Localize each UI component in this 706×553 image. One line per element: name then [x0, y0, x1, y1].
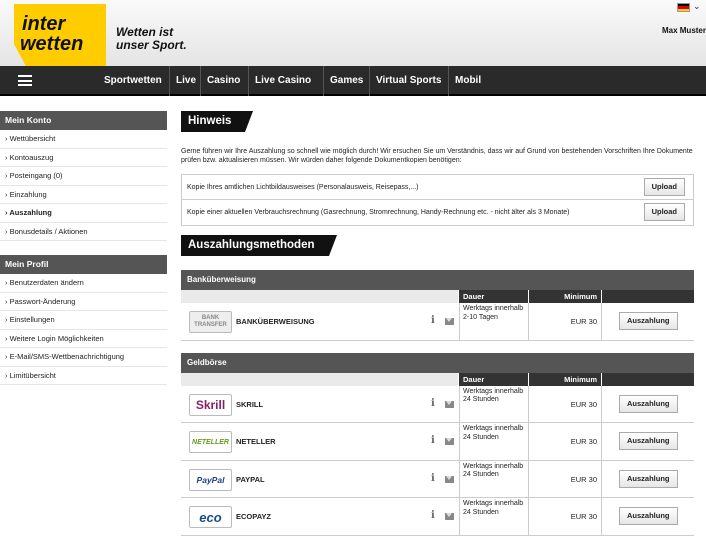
svg-text:inter: inter: [22, 13, 67, 35]
sidebar-item-bonusdetails[interactable]: › Bonusdetails / Aktionen: [0, 223, 167, 241]
auszahlung-button[interactable]: Auszahlung: [619, 469, 678, 488]
sidebar-heading-konto: Mein Konto: [0, 111, 167, 130]
info-icon[interactable]: i: [431, 473, 435, 484]
sidebar-heading-profil: Mein Profil: [0, 255, 167, 274]
sidebar-item-login-moeglichkeiten[interactable]: › Weitere Login Möglichkeiten: [0, 330, 167, 348]
hinweis-text: Gerne führen wir Ihre Auszahlung so schn…: [181, 148, 693, 164]
slogan: Wetten ist unser Sport.: [116, 25, 187, 52]
sidebar-item-kontoauszug[interactable]: › Kontoauszug: [0, 149, 167, 167]
method-row-paypal: PayPal PAYPAL i Werktags innerhalb 24 St…: [181, 460, 694, 498]
document-row: Kopie einer aktuellen Verbrauchsrechnung…: [182, 200, 693, 225]
info-icon[interactable]: i: [431, 315, 435, 326]
nav-item-sportwetten[interactable]: Sportwetten: [98, 66, 168, 96]
mail-icon[interactable]: [445, 513, 454, 520]
language-flag-icon[interactable]: [677, 3, 690, 12]
paypal-logo: PayPal: [189, 468, 232, 491]
mail-icon[interactable]: [445, 318, 454, 325]
auszahlung-button[interactable]: Auszahlung: [619, 394, 678, 413]
document-row: Kopie Ihres amtlichen Lichtbildausweises…: [182, 175, 693, 200]
section-heading: Geldbörse: [181, 352, 694, 373]
sidebar-item-einzahlung[interactable]: › Einzahlung: [0, 186, 167, 204]
column-header: Dauer Minimum: [181, 290, 694, 303]
account-sidebar: Mein Konto › Wettübersicht › Kontoauszug…: [0, 111, 167, 385]
info-icon[interactable]: i: [431, 398, 435, 409]
upload-button[interactable]: Upload: [643, 203, 685, 221]
sidebar-item-posteingang[interactable]: › Posteingang (0): [0, 167, 167, 186]
hamburger-icon[interactable]: [18, 75, 32, 86]
sidebar-item-passwort[interactable]: › Passwort-Änderung: [0, 293, 167, 311]
hinweis-heading: Hinweis: [181, 111, 254, 132]
mail-icon[interactable]: [445, 400, 454, 408]
sidebar-item-einstellungen[interactable]: › Einstellungen: [0, 311, 167, 330]
main-nav: Sportwetten Live Casino Live Casino Game…: [0, 66, 706, 96]
nav-item-live-casino[interactable]: Live Casino: [248, 66, 317, 96]
info-icon[interactable]: i: [431, 435, 435, 446]
bank-transfer-logo: BANK TRANSFER: [189, 311, 232, 333]
column-header: Dauer Minimum: [181, 372, 694, 386]
sidebar-item-limituebersicht[interactable]: › Limitübersicht: [0, 367, 167, 385]
method-row-bank: BANK TRANSFER BANKÜBERWEISUNG i Werktags…: [181, 303, 694, 341]
interwetten-logo[interactable]: inter wetten: [14, 4, 106, 70]
info-icon[interactable]: i: [431, 510, 435, 521]
methods-heading: Auszahlungsmethoden: [181, 235, 337, 256]
main-content: Hinweis Gerne führen wir Ihre Auszahlung…: [181, 111, 694, 536]
mail-icon[interactable]: [445, 475, 454, 483]
section-bank: Banküberweisung Dauer Minimum BANK TRANS…: [181, 270, 694, 341]
method-row-ecopayz: eco ECOPAYZ i Werktags innerhalb 24 Stun…: [181, 498, 694, 536]
section-wallet: Geldbörse Dauer Minimum Skrill SKRILL i …: [181, 352, 694, 536]
ecopayz-logo: eco: [189, 506, 232, 528]
nav-item-mobil[interactable]: Mobil: [448, 66, 487, 96]
nav-item-casino[interactable]: Casino: [200, 66, 246, 96]
nav-item-games[interactable]: Games: [323, 66, 369, 96]
auszahlung-button[interactable]: Auszahlung: [619, 432, 678, 450]
svg-text:wetten: wetten: [20, 33, 83, 55]
site-header: inter wetten Wetten ist unser Sport. ⌄ M…: [0, 0, 706, 70]
neteller-logo: NETELLER: [189, 431, 232, 453]
method-row-skrill: Skrill SKRILL i Werktags innerhalb 24 St…: [181, 385, 694, 423]
document-list: Kopie Ihres amtlichen Lichtbildausweises…: [181, 174, 694, 226]
mail-icon[interactable]: [445, 438, 454, 445]
sidebar-item-auszahlung[interactable]: › Auszahlung: [0, 204, 167, 223]
nav-item-live[interactable]: Live: [169, 66, 202, 96]
auszahlung-button[interactable]: Auszahlung: [619, 312, 678, 330]
sidebar-item-benutzerdaten[interactable]: › Benutzerdaten ändern: [0, 274, 167, 293]
method-row-neteller: NETELLER NETELLER i Werktags innerhalb 2…: [181, 423, 694, 461]
nav-item-virtual-sports[interactable]: Virtual Sports: [369, 66, 447, 96]
section-heading: Banküberweisung: [181, 270, 694, 290]
sidebar-item-wettuebersicht[interactable]: › Wettübersicht: [0, 130, 167, 149]
user-name[interactable]: Max Muster: [662, 26, 706, 35]
sidebar-item-benachrichtigung[interactable]: › E-Mail/SMS-Wettbenachrichtigung: [0, 348, 167, 367]
auszahlung-button[interactable]: Auszahlung: [619, 507, 678, 525]
chevron-down-icon[interactable]: ⌄: [693, 1, 701, 12]
skrill-logo: Skrill: [189, 393, 232, 416]
upload-button[interactable]: Upload: [643, 178, 685, 196]
